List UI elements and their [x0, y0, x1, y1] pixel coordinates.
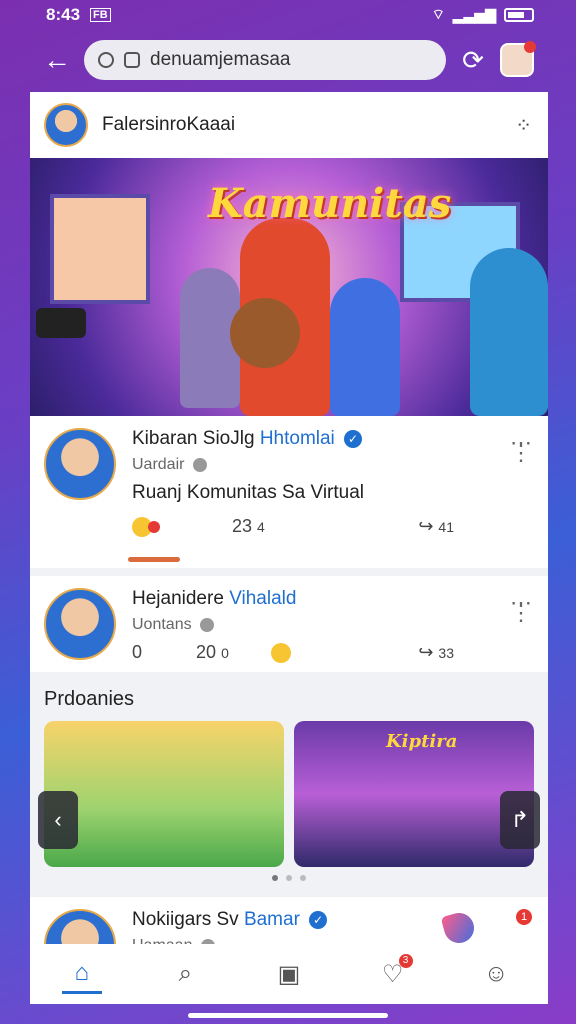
carousel-slide[interactable]: Kiptira [294, 721, 534, 867]
page-title: FalersinroKaaai [102, 114, 236, 135]
address-bar[interactable]: denuamjemasaa [84, 40, 446, 80]
search-icon[interactable]: ⌕ [165, 954, 205, 994]
post-avatar[interactable] [44, 588, 116, 660]
tab-icon [124, 52, 140, 68]
more-options-icon[interactable]: ⁘ [515, 113, 534, 138]
comment-count: 0 [132, 642, 143, 662]
post-subtitle: Uontans [132, 616, 534, 634]
verified-icon: ✓ [344, 429, 363, 448]
share-icon: ↪ [418, 642, 434, 662]
post-body: Ruanj Komunitas Sa Virtual [132, 482, 364, 503]
back-button[interactable]: ← [42, 44, 72, 76]
subtitle-text: Uardair [132, 456, 185, 473]
share-button[interactable]: ↪ 41 [418, 516, 454, 537]
status-bar: 8:43 FB ⌔ ▂▃▅▇ [30, 0, 546, 30]
hero-banner: Kamunitas [30, 158, 548, 416]
subtitle-text: Uontans [132, 616, 192, 633]
verified-icon: ✓ [309, 910, 328, 929]
hero-person-3 [330, 278, 400, 416]
post-author[interactable]: Hejanidere Vihalald [132, 588, 534, 610]
heart-emoji-icon [148, 520, 160, 533]
page-avatar[interactable] [44, 103, 88, 147]
carousel-pagination [30, 867, 548, 889]
carousel-next-button[interactable]: ↱ [500, 791, 540, 849]
bottom-navigation: ⌂ ⌕ ▣ ♡ 3 ☺ [30, 944, 548, 1004]
home-icon[interactable]: ⌂ [61, 954, 102, 994]
page-dot[interactable] [286, 875, 292, 881]
author-name: Nokiigars Sv [132, 909, 239, 930]
site-info-icon[interactable] [98, 52, 114, 68]
post-author[interactable]: Kibaran SioJlg Hhtomlai ✓ [132, 428, 534, 450]
hero-photo-frame-left [50, 194, 150, 304]
spotlight-icon [36, 308, 86, 338]
hero-title: Kamunitas [208, 180, 452, 227]
post-avatar[interactable] [44, 428, 116, 500]
share-icon: ↪ [418, 516, 434, 536]
like-emoji-icon[interactable] [270, 642, 291, 663]
active-tab-indicator [128, 557, 180, 562]
carousel-slide[interactable] [44, 721, 284, 867]
author-name: Kibaran SioJlg [132, 428, 255, 449]
carousel-prev-button[interactable]: ‹ [38, 791, 78, 849]
signal-icon: ▂▃▅▇ [452, 6, 496, 23]
guitar-icon [230, 298, 300, 368]
post-menu-icon[interactable]: ⋯ ⋮ [510, 432, 532, 464]
share-count: 33 [438, 645, 454, 661]
post-card[interactable]: Hejanidere Vihalald Uontans 0 20 0 ↪ 33 [30, 576, 548, 672]
post-card[interactable]: Kibaran SioJlg Hhtomlai ✓ Uardair Ruanj … [30, 416, 548, 568]
reaction-count: 20 0 [196, 642, 229, 662]
notification-dot [524, 41, 536, 53]
home-indicator[interactable] [188, 1013, 388, 1018]
notifications-heart-icon[interactable]: ♡ 3 [373, 954, 413, 994]
page-dot[interactable] [272, 875, 278, 881]
apps-icon[interactable]: ▣ [269, 954, 309, 994]
check-icon [200, 617, 215, 632]
clock: 8:43 [46, 5, 81, 24]
author-handle: Vihalald [229, 588, 297, 609]
author-name: Hejanidere [132, 588, 224, 609]
share-count: 41 [438, 519, 454, 535]
browser-toolbar: ← denuamjemasaa ⟳ [30, 30, 546, 90]
refresh-button[interactable]: ⟳ [458, 45, 488, 76]
check-icon [192, 457, 207, 472]
carousel: Kiptira ‹ ↱ [30, 721, 548, 867]
notification-indicator: FB [90, 8, 111, 22]
reaction-count: 23 4 [232, 516, 265, 536]
post-subtitle: Uardair [132, 456, 534, 474]
page-header: FalersinroKaaai ⁘ [30, 92, 548, 158]
author-handle: Hhtomlai [259, 428, 335, 449]
page-dot[interactable] [300, 875, 306, 881]
post-menu-icon[interactable]: ⋯ ⋮ [510, 592, 532, 624]
profile-icon[interactable]: ☺ [476, 954, 516, 994]
post-stats: 0 20 0 ↪ 33 [132, 642, 534, 663]
reaction-button[interactable] [132, 516, 160, 537]
url-text: denuamjemasaa [150, 49, 291, 70]
post-stats: 23 4 ↪ 41 [132, 516, 534, 537]
battery-icon [504, 8, 534, 22]
slide-caption: Kiptira [386, 731, 458, 752]
share-button[interactable]: ↪ 33 [418, 642, 454, 663]
author-handle: Bamar [243, 909, 300, 930]
profile-avatar[interactable] [500, 41, 536, 77]
notification-badge: 1 [516, 909, 532, 925]
feed-panel: FalersinroKaaai ⁘ Kamunitas Kibaran SioJ… [30, 92, 548, 1004]
section-title: Prdoanies [44, 688, 135, 710]
wifi-icon: ⌔ [431, 6, 445, 22]
hero-person-4 [470, 248, 548, 416]
notification-count-badge: 3 [398, 954, 413, 968]
